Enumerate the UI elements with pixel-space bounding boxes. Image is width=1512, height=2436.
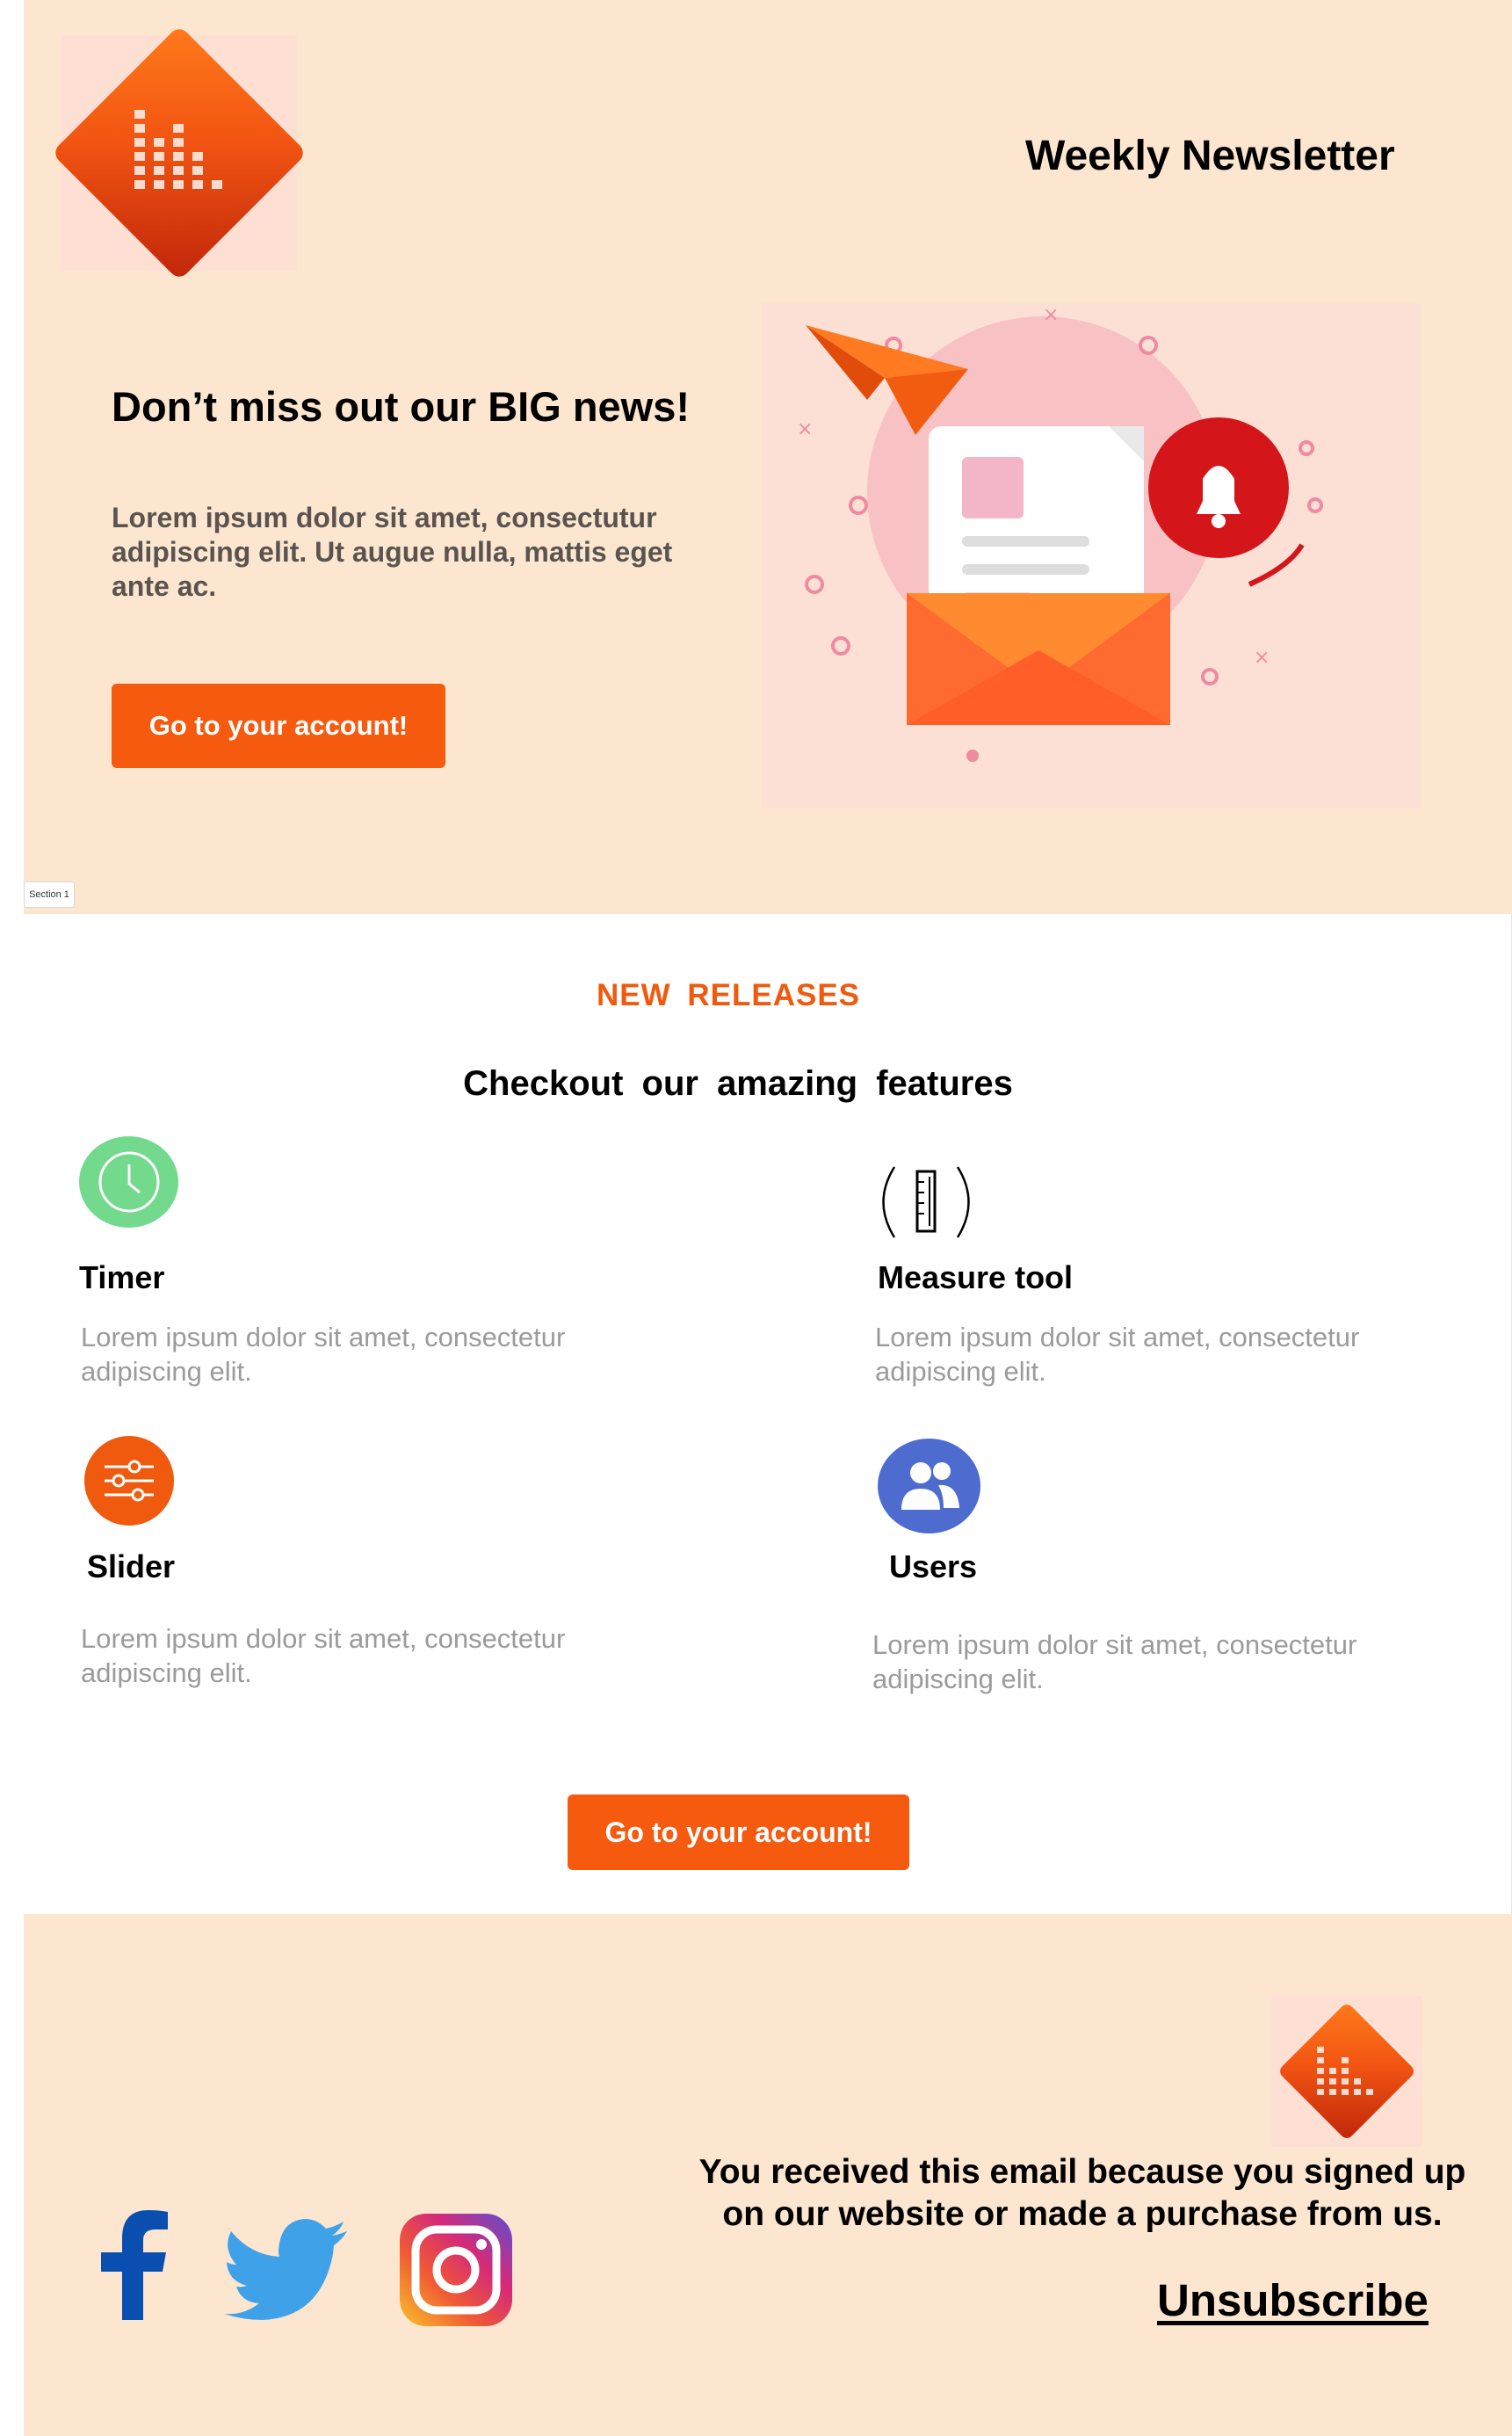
brand-logo[interactable] bbox=[51, 25, 307, 281]
hero-section: Weekly Newsletter Don’t miss out our BIG… bbox=[24, 0, 1512, 914]
twitter-icon[interactable] bbox=[224, 2219, 349, 2320]
svg-text:×: × bbox=[1043, 304, 1059, 326]
section-label: Section 1 bbox=[24, 881, 75, 908]
svg-text:×: × bbox=[1254, 647, 1270, 669]
users-icon bbox=[878, 1439, 980, 1533]
hero-headline: Don’t miss out our BIG news! bbox=[112, 383, 691, 430]
feature-desc-timer: Lorem ipsum dolor sit amet, consectetur … bbox=[81, 1322, 566, 1387]
footer-brand-logo[interactable] bbox=[1271, 1996, 1422, 2147]
features-heading: Checkout our amazing features bbox=[463, 1064, 1013, 1103]
feature-title-slider: Slider bbox=[87, 1548, 176, 1584]
clock-icon bbox=[79, 1136, 178, 1228]
newsletter-page: Weekly Newsletter Don’t miss out our BIG… bbox=[24, 0, 1512, 2436]
features-section: NEW RELEASES Checkout our amazing featur… bbox=[24, 914, 1512, 1914]
go-to-account-button-2[interactable]: Go to your account! bbox=[568, 1794, 909, 1870]
newsletter-illustration: × × × bbox=[762, 303, 1421, 808]
sliders-icon bbox=[84, 1436, 174, 1526]
feature-desc-users: Lorem ipsum dolor sit amet, consectetur … bbox=[872, 1629, 1357, 1694]
feature-title-measure-tool: Measure tool bbox=[878, 1259, 1074, 1295]
equalizer-icon bbox=[134, 110, 222, 189]
new-releases-eyebrow: NEW RELEASES bbox=[596, 978, 861, 1012]
go-to-account-button[interactable]: Go to your account! bbox=[112, 684, 445, 768]
unsubscribe-link[interactable]: Unsubscribe bbox=[1157, 2274, 1429, 2326]
instagram-icon[interactable] bbox=[400, 2214, 512, 2326]
equalizer-icon bbox=[1317, 2047, 1373, 2095]
newsletter-title: Weekly Newsletter bbox=[1025, 133, 1395, 179]
facebook-icon[interactable] bbox=[92, 2210, 176, 2320]
feature-desc-slider: Lorem ipsum dolor sit amet, consectetur … bbox=[81, 1623, 566, 1688]
feature-title-timer: Timer bbox=[79, 1259, 165, 1295]
svg-text:×: × bbox=[797, 418, 813, 440]
footer-signup-note: You received this email because you sign… bbox=[698, 2153, 1466, 2233]
feature-desc-measure-tool: Lorem ipsum dolor sit amet, consectetur … bbox=[875, 1322, 1360, 1387]
hero-body-text: Lorem ipsum dolor sit amet, consectutur … bbox=[112, 502, 673, 602]
ruler-pencil-icon bbox=[877, 1163, 975, 1242]
feature-title-users: Users bbox=[889, 1548, 978, 1584]
footer-section: You received this email because you sign… bbox=[24, 1914, 1512, 2436]
envelope-illustration-icon: × × × bbox=[797, 304, 1323, 762]
